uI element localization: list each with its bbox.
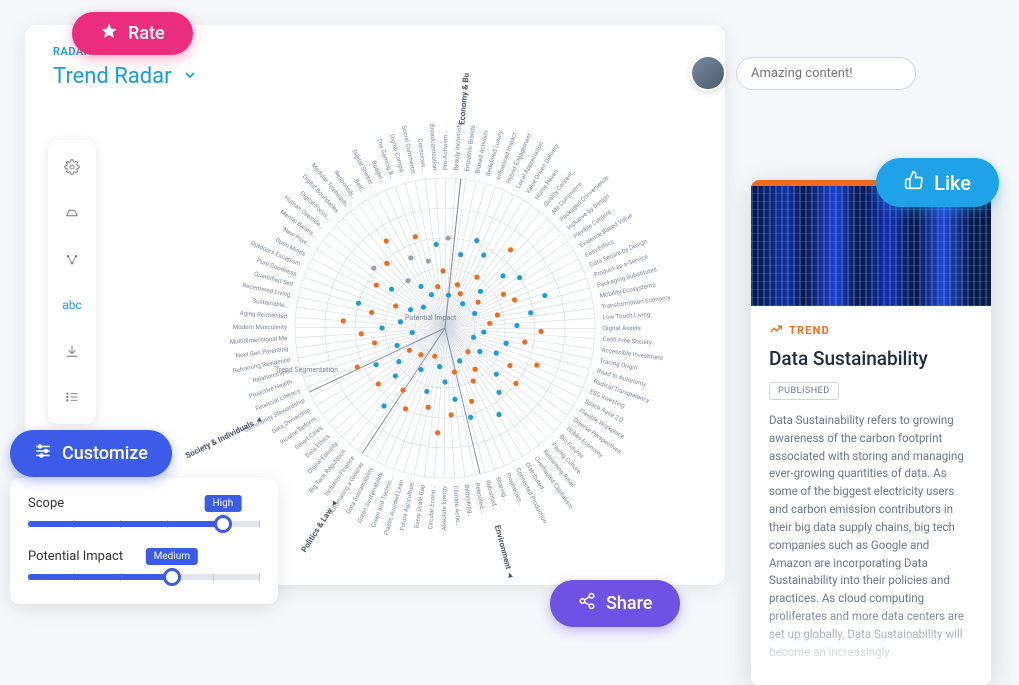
svg-text:Cash Free Society: Cash Free Society: [602, 335, 652, 346]
download-button[interactable]: [57, 336, 87, 366]
svg-text:Society & Individuals ◄: Society & Individuals ◄: [184, 414, 264, 460]
svg-text:Economy & Business ◄: Economy & Business ◄: [457, 73, 473, 125]
trend-eyebrow-text: TREND: [789, 324, 830, 337]
star-icon: [100, 22, 118, 45]
comment-bar: [690, 55, 916, 91]
list-button[interactable]: [57, 382, 87, 412]
trend-up-icon: [769, 322, 783, 339]
rate-button[interactable]: Rate: [72, 12, 193, 55]
impact-handle[interactable]: [163, 568, 181, 586]
trend-title: Data Sustainability: [769, 347, 973, 370]
page-title: Trend Radar: [53, 64, 172, 89]
rate-label: Rate: [128, 23, 165, 44]
share-label: Share: [606, 593, 652, 614]
scope-handle[interactable]: [214, 515, 232, 533]
like-label: Like: [934, 171, 971, 195]
svg-text:Rebooted…: Rebooted…: [473, 482, 487, 514]
filter-panel: Scope High Potential Impact Medium: [10, 478, 278, 604]
share-icon: [578, 592, 596, 615]
svg-text:Conscious…: Conscious…: [416, 138, 428, 172]
svg-text:Pro-Activism…: Pro-Activism…: [441, 131, 449, 170]
trend-eyebrow: TREND: [769, 322, 973, 339]
svg-text:Absolute Energy: Absolute Energy: [440, 486, 448, 531]
labels-button[interactable]: abc: [57, 290, 87, 320]
svg-text:Sustainable…: Sustainable…: [252, 297, 289, 310]
customize-label: Customize: [62, 443, 148, 464]
impact-slider[interactable]: Medium: [28, 574, 260, 580]
nodes-button[interactable]: [57, 244, 87, 274]
svg-text:Climate Actio…: Climate Actio…: [452, 485, 463, 527]
share-button[interactable]: Share: [550, 580, 680, 627]
svg-text:Potential Impact: Potential Impact: [405, 314, 457, 322]
settings-button[interactable]: [57, 152, 87, 182]
svg-text:Trend Segmentation: Trend Segmentation: [275, 366, 338, 374]
toolbar: abc: [48, 140, 96, 424]
scope-value: High: [205, 495, 242, 512]
svg-text:Broadcastization: Broadcastization: [428, 124, 439, 171]
sliders-icon: [34, 442, 52, 465]
svg-text:Circular Econo…: Circular Econo…: [426, 485, 437, 530]
avatar[interactable]: [690, 55, 726, 91]
fade-overlay: [751, 605, 991, 685]
svg-text:Aging Reinvented: Aging Reinvented: [239, 309, 288, 320]
svg-text:Digital Assets: Digital Assets: [603, 324, 641, 332]
svg-text:Multidimensional Me: Multidimensional Me: [229, 334, 288, 346]
svg-text:Environment ◄: Environment ◄: [493, 524, 516, 580]
svg-text:Low Touch Living: Low Touch Living: [602, 310, 651, 321]
impact-label: Potential Impact: [28, 549, 260, 564]
svg-text:Beauty Inclusivity: Beauty Inclusivity: [452, 122, 463, 170]
svg-text:Every Scale Gap: Every Scale Gap: [413, 483, 427, 528]
like-button[interactable]: Like: [876, 158, 999, 207]
trend-status-badge: PUBLISHED: [769, 382, 839, 400]
scope-slider[interactable]: High: [28, 521, 260, 527]
comment-input[interactable]: [736, 57, 916, 90]
trend-card[interactable]: TREND Data Sustainability PUBLISHED Data…: [751, 180, 991, 685]
svg-text:Politics & Law ◄: Politics & Law ◄: [300, 498, 340, 554]
customize-button[interactable]: Customize: [10, 430, 172, 477]
shape-button[interactable]: [57, 198, 87, 228]
thumbs-up-icon: [904, 170, 924, 195]
svg-text:Modern Masculinity: Modern Masculinity: [233, 323, 287, 331]
impact-value: Medium: [146, 548, 198, 565]
svg-text:Rethinking…: Rethinking…: [462, 484, 474, 518]
